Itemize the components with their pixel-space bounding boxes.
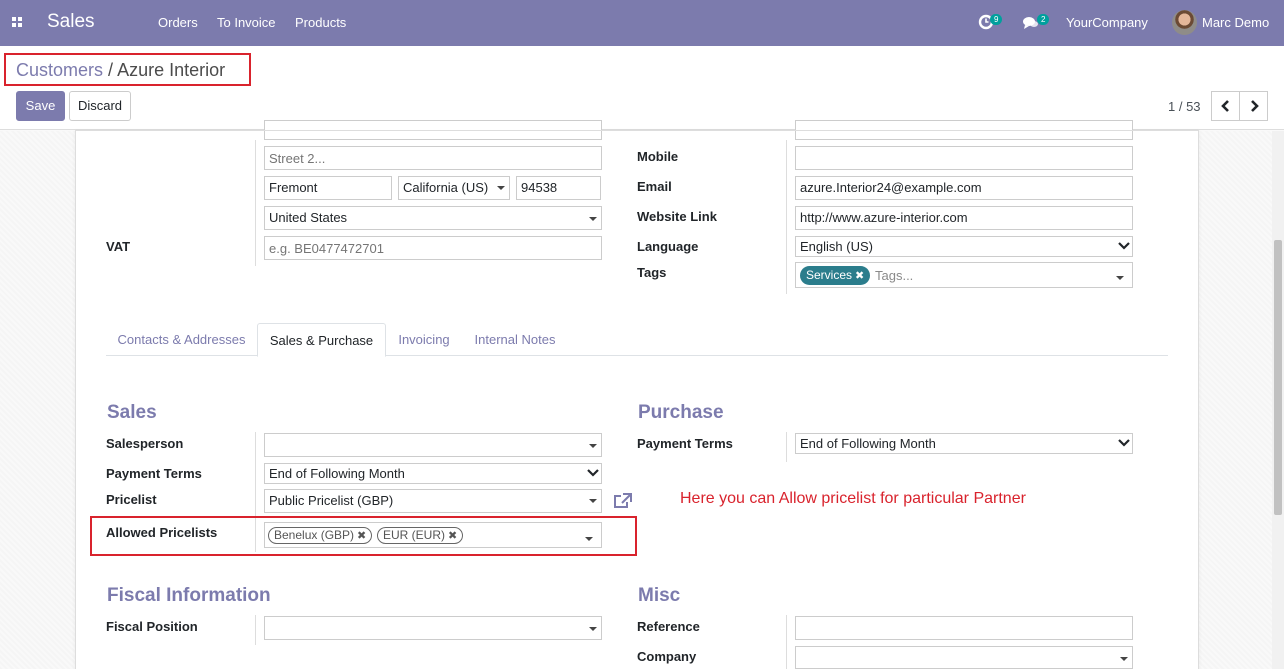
language-value: English (US) (800, 239, 873, 254)
chevron-right-icon (1251, 100, 1259, 112)
misc-separator (786, 615, 787, 669)
tab-invoicing[interactable]: Invoicing (388, 323, 460, 356)
sales-payment-terms-label: Payment Terms (106, 466, 202, 481)
company-caret-icon (1120, 657, 1128, 661)
pager-next-button[interactable] (1239, 91, 1268, 121)
tab-contacts-addresses[interactable]: Contacts & Addresses (106, 323, 257, 356)
menu-products[interactable]: Products (295, 15, 346, 30)
purchase-payment-terms-label: Payment Terms (637, 436, 733, 451)
allowed-pricelists-highlight-box (90, 516, 637, 556)
reference-field[interactable] (795, 616, 1133, 640)
city-field[interactable]: Fremont (264, 176, 392, 200)
sales-payment-terms-select[interactable]: End of Following Month (264, 463, 602, 484)
purchase-payment-terms-select[interactable]: End of Following Month (795, 433, 1133, 454)
state-field[interactable]: California (US) (398, 176, 510, 200)
salesperson-caret-icon (589, 444, 597, 448)
reference-label: Reference (637, 619, 700, 634)
fiscal-position-field[interactable] (264, 616, 602, 640)
menu-orders[interactable]: Orders (158, 15, 198, 30)
language-select[interactable]: English (US) (795, 236, 1133, 257)
address-separator (255, 140, 256, 266)
messages-count-badge: 2 (1037, 14, 1050, 25)
company-field[interactable] (795, 646, 1133, 669)
discard-button[interactable]: Discard (69, 91, 131, 121)
company-switcher[interactable]: YourCompany (1066, 15, 1148, 30)
website-field[interactable]: http://www.azure-interior.com (795, 206, 1133, 230)
notebook-tabs: Contacts & Addresses Sales & Purchase In… (106, 323, 1168, 357)
purchase-section-title: Purchase (638, 402, 724, 423)
annotation-text: Here you can Allow pricelist for particu… (680, 490, 1026, 507)
tags-caret-icon (1116, 276, 1124, 280)
country-value: United States (269, 210, 348, 225)
country-field[interactable]: United States (264, 206, 602, 230)
purchase-payment-terms-chevron-down-icon (1118, 439, 1130, 447)
state-caret-icon (497, 186, 505, 190)
misc-section-title: Misc (638, 585, 681, 606)
chevron-left-icon (1221, 100, 1229, 112)
vat-label: VAT (106, 239, 131, 254)
pricelist-label: Pricelist (106, 492, 157, 507)
contact-separator (786, 140, 787, 294)
salesperson-label: Salesperson (106, 436, 184, 451)
scrollbar-thumb[interactable] (1274, 240, 1282, 515)
control-panel-divider (75, 130, 1199, 131)
country-caret-icon (589, 217, 597, 221)
control-panel: Customers / Azure Interior Save Discard … (0, 46, 1284, 130)
tags-placeholder[interactable]: Tags... (875, 268, 913, 283)
fiscal-section-title: Fiscal Information (107, 585, 271, 606)
sales-payment-terms-value: End of Following Month (269, 466, 405, 481)
email-label: Email (637, 179, 672, 194)
email-field[interactable]: azure.Interior24@example.com (795, 176, 1133, 200)
salesperson-field[interactable] (264, 433, 602, 457)
pager-previous-button[interactable] (1211, 91, 1240, 121)
breadcrumb-highlight-box (4, 53, 251, 86)
state-value: California (US) (403, 180, 489, 195)
website-label: Website Link (637, 209, 717, 224)
company-label: Company (637, 649, 697, 664)
remove-tag-icon[interactable]: ✖ (855, 270, 864, 282)
save-button[interactable]: Save (16, 91, 65, 121)
tag-services-label: Services (806, 268, 853, 282)
vat-field[interactable] (264, 236, 602, 260)
sales-payment-terms-chevron-down-icon (587, 469, 599, 477)
tab-internal-notes[interactable]: Internal Notes (464, 323, 566, 356)
tag-services[interactable]: Services ✖ (800, 266, 871, 285)
fiscal-position-label: Fiscal Position (106, 619, 198, 634)
pager-value[interactable]: 1 / 53 (1168, 99, 1201, 114)
tags-label: Tags (637, 265, 667, 280)
sales-section-title: Sales (107, 402, 157, 423)
tab-sales-purchase[interactable]: Sales & Purchase (257, 323, 386, 357)
user-avatar[interactable] (1172, 10, 1197, 35)
pricelist-field[interactable]: Public Pricelist (GBP) (264, 489, 602, 513)
language-label: Language (637, 239, 699, 254)
pricelist-caret-icon (589, 499, 597, 503)
mobile-label: Mobile (637, 149, 679, 164)
purchase-separator (786, 432, 787, 462)
fiscal-separator (255, 615, 256, 645)
user-menu[interactable]: Marc Demo (1202, 15, 1269, 30)
menu-to-invoice[interactable]: To Invoice (217, 15, 276, 30)
apps-menu-icon[interactable] (12, 17, 23, 28)
zip-field[interactable]: 94538 (516, 176, 601, 200)
street2-field[interactable] (264, 146, 602, 170)
activity-count-badge: 9 (990, 14, 1003, 25)
app-name[interactable]: Sales (47, 11, 95, 33)
top-navbar: Sales Orders To Invoice Products 9 2 You… (0, 0, 1284, 46)
language-chevron-down-icon (1118, 242, 1130, 250)
purchase-payment-terms-value: End of Following Month (800, 436, 936, 451)
mobile-field[interactable] (795, 146, 1133, 170)
fiscal-position-caret-icon (589, 627, 597, 631)
external-link-icon[interactable] (613, 492, 633, 510)
